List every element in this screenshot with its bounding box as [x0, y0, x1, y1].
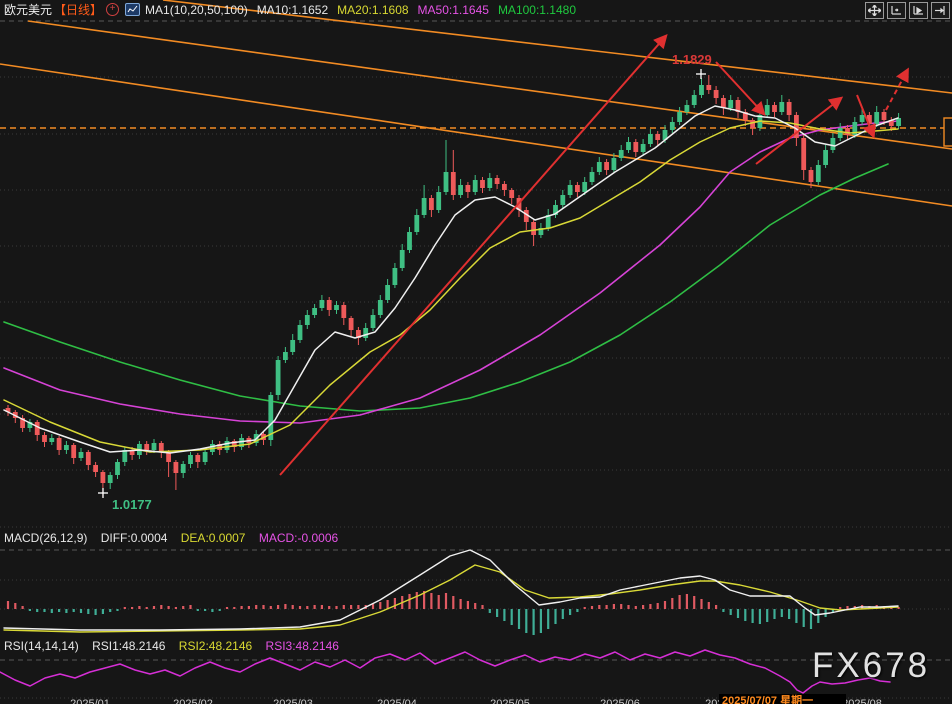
macd-value-label: MACD:-0.0006 [259, 531, 338, 545]
x-axis-label: 2025/03 [258, 698, 328, 704]
x-axis-label: 2025/02 [158, 698, 228, 704]
rsi2-label: RSI2:48.2146 [179, 639, 252, 653]
trading-app-window: 欧元美元 【日线】 + MA1(10,20,50,100) MA10:1.165… [0, 0, 952, 704]
ma20-value-label: MA20:1.1608 [337, 3, 408, 17]
ma-settings-label: MA1(10,20,50,100) [145, 3, 248, 17]
macd-diff-label: DIFF:0.0004 [101, 531, 168, 545]
candlestick-chart-icon[interactable] [125, 3, 140, 16]
ma100-value-label: MA100:1.1480 [498, 3, 576, 17]
add-indicator-icon[interactable]: + [106, 3, 119, 16]
macd-dea-label: DEA:0.0007 [181, 531, 246, 545]
x-axis-label: 2025/06 [585, 698, 655, 704]
chart-header-bar: 欧元美元 【日线】 + MA1(10,20,50,100) MA10:1.165… [0, 0, 952, 19]
timeframe-tag[interactable]: 【日线】 [54, 1, 102, 18]
low-price-label: 1.0177 [112, 497, 152, 512]
macd-indicator-row: MACD(26,12,9) DIFF:0.0004 DEA:0.0007 MAC… [4, 531, 338, 545]
fx678-watermark: FX678 [812, 646, 930, 686]
ma50-value-label: MA50:1.1645 [418, 3, 489, 17]
date-tooltip: 2025/07/07 星期一 [719, 694, 846, 704]
main-chart-canvas[interactable] [0, 0, 952, 704]
macd-title: MACD(26,12,9) [4, 531, 87, 545]
ma10-value-label: MA10:1.1652 [257, 3, 328, 17]
rsi3-label: RSI3:48.2146 [266, 639, 339, 653]
rsi-indicator-row: RSI(14,14,14) RSI1:48.2146 RSI2:48.2146 … [4, 639, 339, 653]
symbol-title: 欧元美元 [4, 1, 52, 18]
x-axis-label: 2025/05 [475, 698, 545, 704]
x-axis-label: 2025/04 [362, 698, 432, 704]
rsi1-label: RSI1:48.2146 [92, 639, 165, 653]
rsi-title: RSI(14,14,14) [4, 639, 79, 653]
high-price-label: 1.1829 [672, 52, 712, 67]
x-axis-label: 2025/01 [55, 698, 125, 704]
